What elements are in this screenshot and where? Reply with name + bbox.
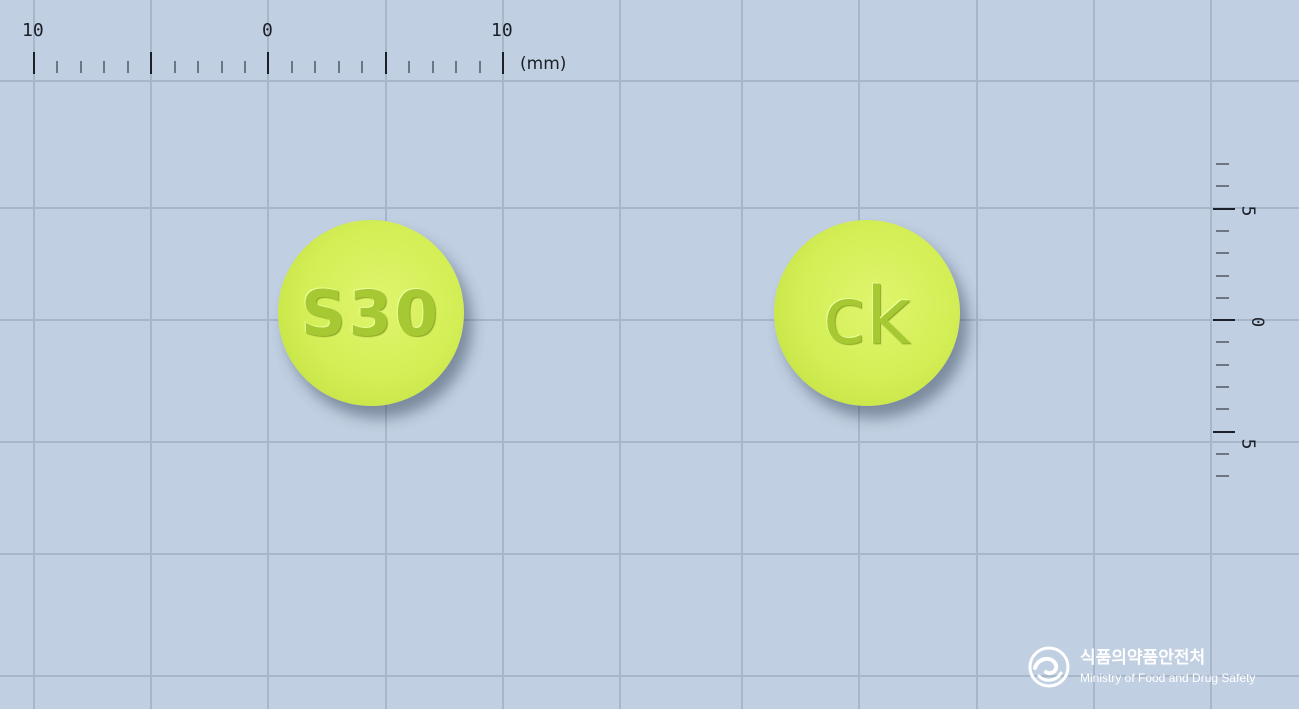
ruler-minor-tick bbox=[174, 61, 176, 73]
ruler-minor-tick bbox=[103, 61, 105, 73]
grid-line bbox=[0, 553, 1299, 555]
ruler-label-left: 10 bbox=[22, 20, 44, 41]
side-ruler-minor-tick bbox=[1216, 185, 1229, 187]
ruler-unit-label: (mm) bbox=[520, 54, 567, 74]
side-ruler-major-tick bbox=[1213, 208, 1235, 210]
grid-line bbox=[741, 0, 743, 709]
side-ruler-minor-tick bbox=[1216, 408, 1229, 410]
photo-stage: 10 0 10 (mm) 5 0 5 S30 ck 식품의약품안전처 Minis… bbox=[0, 0, 1299, 709]
ruler-minor-tick bbox=[361, 61, 363, 73]
side-ruler-minor-tick bbox=[1216, 230, 1229, 232]
side-ruler-minor-tick bbox=[1216, 475, 1229, 477]
ruler-minor-tick bbox=[127, 61, 129, 73]
grid-line bbox=[619, 0, 621, 709]
side-ruler-minor-tick bbox=[1216, 163, 1229, 165]
ruler-minor-tick bbox=[221, 61, 223, 73]
side-ruler-major-tick bbox=[1213, 431, 1235, 433]
ruler-major-tick bbox=[267, 52, 269, 74]
side-ruler-label-top: 5 bbox=[1237, 205, 1259, 217]
ruler-minor-tick bbox=[408, 61, 410, 73]
side-ruler-minor-tick bbox=[1216, 453, 1229, 455]
ruler-label-right: 10 bbox=[491, 20, 513, 41]
side-ruler-minor-tick bbox=[1216, 341, 1229, 343]
side-ruler-minor-tick bbox=[1216, 386, 1229, 388]
ruler-minor-tick bbox=[455, 61, 457, 73]
grid-line bbox=[33, 0, 35, 709]
ruler-major-tick bbox=[33, 52, 35, 74]
grid-line bbox=[502, 0, 504, 709]
side-ruler-label-bottom: 5 bbox=[1237, 438, 1259, 450]
ruler-minor-tick bbox=[314, 61, 316, 73]
ruler-minor-tick bbox=[479, 61, 481, 73]
mfds-name-korean: 식품의약품안전처 bbox=[1080, 648, 1206, 668]
ruler-major-tick bbox=[502, 52, 504, 74]
pill-imprint-ck: ck bbox=[822, 272, 912, 362]
side-ruler-major-tick bbox=[1213, 319, 1235, 321]
pill-imprint-s30: S30 bbox=[301, 276, 441, 350]
pill-back: ck bbox=[774, 220, 960, 406]
ruler-major-tick bbox=[385, 52, 387, 74]
grid-line bbox=[0, 319, 1299, 321]
ruler-minor-tick bbox=[80, 61, 82, 73]
grid-line bbox=[0, 207, 1299, 209]
grid-line bbox=[1210, 0, 1212, 709]
ruler-label-zero: 0 bbox=[262, 20, 273, 41]
grid-line bbox=[267, 0, 269, 709]
grid-line bbox=[0, 441, 1299, 443]
ruler-major-tick bbox=[150, 52, 152, 74]
side-ruler-minor-tick bbox=[1216, 297, 1229, 299]
ruler-minor-tick bbox=[56, 61, 58, 73]
mfds-emblem-icon bbox=[1028, 646, 1070, 688]
pill-front: S30 bbox=[278, 220, 464, 406]
mfds-name-english: Ministry of Food and Drug Safety bbox=[1080, 671, 1256, 685]
side-ruler-minor-tick bbox=[1216, 252, 1229, 254]
side-ruler-minor-tick bbox=[1216, 364, 1229, 366]
side-ruler-label-zero: 0 bbox=[1247, 316, 1268, 328]
ruler-minor-tick bbox=[197, 61, 199, 73]
mfds-logo: 식품의약품안전처 Ministry of Food and Drug Safet… bbox=[1028, 646, 1263, 690]
grid-line bbox=[1093, 0, 1095, 709]
ruler-minor-tick bbox=[338, 61, 340, 73]
ruler-minor-tick bbox=[432, 61, 434, 73]
grid-line bbox=[150, 0, 152, 709]
grid-line bbox=[0, 80, 1299, 82]
ruler-minor-tick bbox=[244, 61, 246, 73]
side-ruler-minor-tick bbox=[1216, 275, 1229, 277]
grid-line bbox=[976, 0, 978, 709]
ruler-minor-tick bbox=[291, 61, 293, 73]
